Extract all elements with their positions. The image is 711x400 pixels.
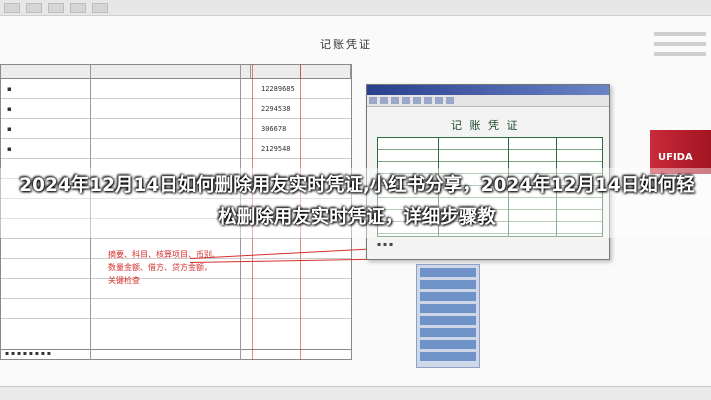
- annotation-line: 关键检查: [108, 276, 140, 285]
- nav-button[interactable]: [420, 316, 476, 325]
- nav-button[interactable]: [420, 280, 476, 289]
- table-row[interactable]: ▪ 12289685: [1, 79, 351, 99]
- toolbar-button[interactable]: [70, 2, 86, 13]
- table-row[interactable]: [1, 299, 351, 319]
- amount-cell: 12289685: [261, 85, 295, 93]
- window-titlebar: [367, 85, 609, 95]
- voucher-title: 记账凭证: [320, 38, 372, 51]
- toolbar: [0, 0, 711, 16]
- table-row[interactable]: ▪ 306678: [1, 119, 351, 139]
- headline-text: 2024年12月14日如何删除用友实时凭证,小红书分享，2024年12月14日如…: [19, 175, 695, 228]
- toolbar-button[interactable]: [26, 2, 42, 13]
- tool-icon[interactable]: [446, 97, 454, 104]
- sheet-header: [1, 65, 351, 79]
- annotation-line: 数量金额、借方、贷方金额，: [108, 263, 212, 272]
- nav-button[interactable]: [420, 268, 476, 277]
- nav-button[interactable]: [420, 304, 476, 313]
- toolbar-button[interactable]: [92, 2, 108, 13]
- nav-button[interactable]: [420, 352, 476, 361]
- table-row[interactable]: ▪ 2294538: [1, 99, 351, 119]
- tool-icon[interactable]: [435, 97, 443, 104]
- tool-icon[interactable]: [413, 97, 421, 104]
- sheet-footer: ▪ ▪ ▪ ▪ ▪ ▪ ▪ ▪: [1, 349, 351, 359]
- nav-button[interactable]: [420, 328, 476, 337]
- toolbar-button[interactable]: [4, 2, 20, 13]
- window-toolbar: [367, 95, 609, 107]
- window-footer: ▪ ▪ ▪: [377, 241, 394, 248]
- toolbar-button[interactable]: [48, 2, 64, 13]
- amount-cell: 2129548: [261, 145, 291, 153]
- status-bar: [0, 386, 711, 400]
- amount-cell: 2294538: [261, 105, 291, 113]
- tool-icon[interactable]: [380, 97, 388, 104]
- right-header-info: [654, 32, 706, 62]
- table-row[interactable]: ▪ 2129548: [1, 139, 351, 159]
- tool-icon[interactable]: [369, 97, 377, 104]
- tool-icon[interactable]: [424, 97, 432, 104]
- tool-icon[interactable]: [391, 97, 399, 104]
- annotation-note: 摘要、科目、核算项目、币别、 数量金额、借方、贷方金额， 关键检查: [108, 248, 268, 287]
- screenshot-canvas: 记账凭证 ▪ 12289685 ▪ 2294538 ▪ 306678 ▪ 2129548…: [0, 0, 711, 400]
- nav-button[interactable]: [420, 292, 476, 301]
- nav-button[interactable]: [420, 340, 476, 349]
- amount-cell: 306678: [261, 125, 287, 133]
- navigation-panel: [416, 264, 480, 368]
- voucher-window-title: 记 账 凭 证: [451, 119, 520, 132]
- tool-icon[interactable]: [402, 97, 410, 104]
